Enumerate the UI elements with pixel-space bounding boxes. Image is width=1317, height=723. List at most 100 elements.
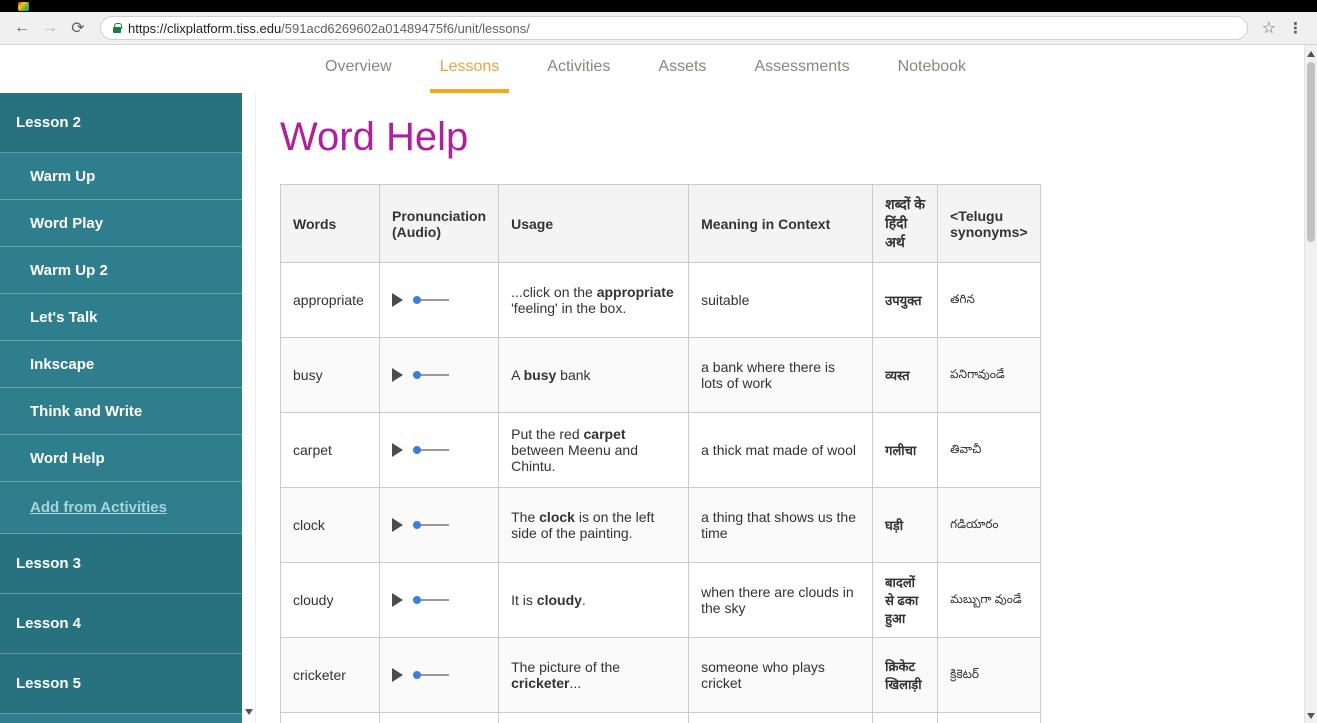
word-cell: cloudy <box>280 562 380 638</box>
url-host: https://clixplatform.tiss.edu <box>128 20 282 36</box>
sidebar-item-lets-talk[interactable]: Let's Talk <box>0 294 242 341</box>
word-cell: clock <box>280 487 380 563</box>
audio-player <box>392 668 486 682</box>
play-icon[interactable] <box>392 668 403 682</box>
usage-text: between Meenu and Chintu. <box>511 442 638 474</box>
audio-cell <box>378 712 500 723</box>
hindi-cell: क्रिकेट खिलाड़ी <box>872 637 939 713</box>
audio-player <box>392 368 486 382</box>
header-telugu: <Telugu synonyms> <box>937 184 1041 263</box>
reload-icon[interactable]: ⟳ <box>66 16 90 40</box>
url-path: /591acd6269602a01489475f6/unit/lessons/ <box>281 20 530 36</box>
usage-bold: cricketer <box>511 675 570 691</box>
meaning-cell: a thing that shows us the time <box>688 487 874 563</box>
usage-bold: cloudy <box>536 592 582 608</box>
slider-knob-icon[interactable] <box>413 671 421 679</box>
table-header-row: Words Pronunciation (Audio) Usage Meanin… <box>280 184 1041 263</box>
usage-cell: ...click on the appropriate 'feeling' in… <box>498 262 690 338</box>
usage-text: . <box>581 592 586 608</box>
meaning-cell: a cap for throwing <box>688 712 874 723</box>
audio-cell <box>378 562 500 638</box>
browser-menu-icon[interactable]: ⋮ <box>1284 19 1307 37</box>
lessons-sidebar: Lesson 2 Warm Up Word Play Warm Up 2 Let… <box>0 93 242 723</box>
tab-overview[interactable]: Overview <box>315 45 402 93</box>
slider-knob-icon[interactable] <box>413 446 421 454</box>
audio-player <box>392 518 486 532</box>
sidebar-scrollbar[interactable] <box>242 93 256 723</box>
play-icon[interactable] <box>392 593 403 607</box>
usage-bold: carpet <box>583 426 626 442</box>
play-icon[interactable] <box>392 518 403 532</box>
sidebar-item-warm-up-2[interactable]: Warm Up 2 <box>0 247 242 294</box>
sidebar-item-lesson-4[interactable]: Lesson 4 <box>0 594 242 654</box>
audio-player <box>392 293 486 307</box>
tab-activities[interactable]: Activities <box>537 45 620 93</box>
sidebar-scroll-down-icon[interactable] <box>245 709 253 715</box>
tab-notebook[interactable]: Notebook <box>888 45 977 93</box>
hindi-cell <box>872 712 939 723</box>
slider-knob-icon[interactable] <box>413 596 421 604</box>
sidebar-item-inkscape[interactable]: Inkscape <box>0 341 242 388</box>
sidebar-item-word-help[interactable]: Word Help <box>0 435 242 482</box>
usage-text: ... <box>569 675 582 691</box>
usage-text: bank <box>556 367 591 383</box>
address-bar[interactable]: https://clixplatform.tiss.edu/591acd6269… <box>100 16 1248 40</box>
sidebar-item-lesson-5[interactable]: Lesson 5 <box>0 654 242 714</box>
scroll-down-icon[interactable] <box>1307 713 1315 719</box>
meaning-cell: a thick mat made of wool <box>688 412 874 488</box>
back-icon[interactable]: ← <box>10 16 34 40</box>
audio-slider[interactable] <box>413 596 449 604</box>
audio-slider[interactable] <box>413 296 449 304</box>
play-icon[interactable] <box>392 368 403 382</box>
audio-slider[interactable] <box>413 521 449 529</box>
slider-knob-icon[interactable] <box>413 521 421 529</box>
telugu-cell <box>937 712 1041 723</box>
table-row: a cap for throwing <box>280 712 1041 723</box>
slider-knob-icon[interactable] <box>413 296 421 304</box>
tab-assets[interactable]: Assets <box>648 45 716 93</box>
usage-text: It is <box>511 592 537 608</box>
usage-text: 'feeling' in the box. <box>511 300 627 316</box>
usage-text: Put the red <box>511 426 584 442</box>
usage-cell: A busy bank <box>498 337 690 413</box>
hindi-cell: उपयुक्त <box>872 262 939 338</box>
tab-assessments[interactable]: Assessments <box>744 45 859 93</box>
audio-cell <box>378 262 500 338</box>
audio-cell <box>378 637 500 713</box>
audio-cell <box>378 337 500 413</box>
header-words: Words <box>280 184 380 263</box>
content-area: Lesson 2 Warm Up Word Play Warm Up 2 Let… <box>0 93 1317 723</box>
scrollbar-thumb[interactable] <box>1307 62 1315 242</box>
audio-player <box>392 443 486 457</box>
word-cell: busy <box>280 337 380 413</box>
sidebar-item-warm-up[interactable]: Warm Up <box>0 153 242 200</box>
meaning-cell: when there are clouds in the sky <box>688 562 874 638</box>
audio-slider[interactable] <box>413 446 449 454</box>
audio-slider[interactable] <box>413 671 449 679</box>
sidebar-item-think-and-write[interactable]: Think and Write <box>0 388 242 435</box>
table-row: cricketer The picture of the cricketer..… <box>280 637 1041 713</box>
sidebar-item-lesson-2[interactable]: Lesson 2 <box>0 93 242 153</box>
bookmark-star-icon[interactable]: ☆ <box>1262 18 1276 38</box>
audio-slider[interactable] <box>413 371 449 379</box>
tab-lessons[interactable]: Lessons <box>429 45 510 93</box>
usage-cell: Put the red carpet between Meenu and Chi… <box>498 412 690 488</box>
play-icon[interactable] <box>392 293 403 307</box>
slider-knob-icon[interactable] <box>413 371 421 379</box>
page-scrollbar[interactable] <box>1304 45 1317 723</box>
play-icon[interactable] <box>392 443 403 457</box>
sidebar-item-lesson-3[interactable]: Lesson 3 <box>0 534 242 594</box>
scroll-up-icon[interactable] <box>1307 51 1315 57</box>
table-row: clock The clock is on the left side of t… <box>280 487 1041 563</box>
unit-tabs: Overview Lessons Activities Assets Asses… <box>0 45 1317 93</box>
hindi-cell: व्यस्त <box>872 337 939 413</box>
forward-icon[interactable]: → <box>38 16 62 40</box>
sidebar-item-word-play[interactable]: Word Play <box>0 200 242 247</box>
sidebar-item-add-from-activities[interactable]: Add from Activities <box>0 482 242 534</box>
word-cell <box>280 712 380 723</box>
tab-favicon-icon <box>18 2 29 11</box>
meaning-cell: someone who plays cricket <box>688 637 874 713</box>
word-cell: appropriate <box>280 262 380 338</box>
page-title: Word Help <box>280 115 469 159</box>
url-text: https://clixplatform.tiss.edu/591acd6269… <box>128 21 530 36</box>
